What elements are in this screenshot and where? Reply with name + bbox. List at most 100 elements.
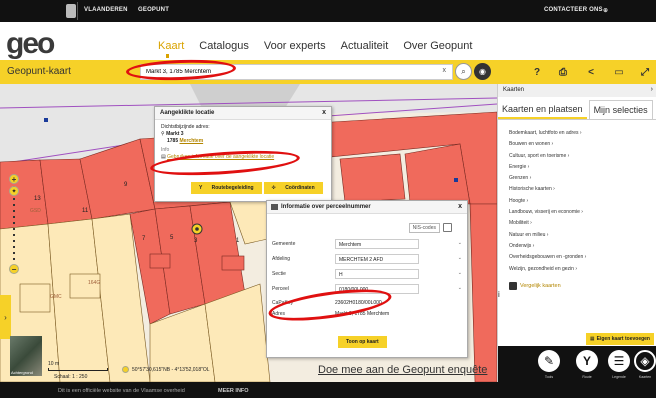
category-item[interactable]: Onderwijs › (509, 243, 656, 254)
geopunt-link[interactable]: GEOPUNT (138, 7, 169, 13)
legend-icon[interactable]: ☰ (608, 350, 630, 372)
coordinates-button[interactable]: ✜ Coördinaten (263, 182, 323, 194)
parcel-info-popup: Informatie over perceelnummer x NIS-code… (266, 200, 468, 358)
address-street: Markt 3 (166, 131, 184, 137)
building-tag: 164G (88, 280, 100, 286)
chevron-down-icon[interactable]: ⌄ (458, 240, 462, 246)
category-item[interactable]: Grenzen › (509, 175, 656, 186)
nis-codes-checkbox[interactable] (443, 223, 452, 232)
contact-link[interactable]: CONTACTEER ONS (544, 7, 603, 13)
category-item[interactable]: Natuur en milieu › (509, 232, 656, 243)
main-nav: Kaart Catalogus Voor experts Actualiteit… (158, 40, 472, 52)
crosshair-icon: ✜ (267, 182, 282, 194)
crosshair-icon[interactable] (122, 366, 129, 373)
category-item[interactable]: Mobiliteit › (509, 220, 656, 231)
info-icon[interactable]: i (498, 290, 500, 299)
category-item[interactable]: Landbouw, visserij en economie › (509, 209, 656, 220)
background-map-thumbnail[interactable]: Achtergrond (10, 336, 42, 376)
active-nav-marker (166, 54, 169, 58)
sectie-select[interactable]: H (335, 269, 419, 279)
coordinates-text: 50°57'30,615"NB - 4°13'52,018"OL (132, 366, 210, 373)
nav-actualiteit[interactable]: Actualiteit (341, 40, 389, 52)
add-own-map-button[interactable]: ▦ Eigen kaart toevoegen (585, 333, 654, 345)
category-item[interactable]: Hoogte › (509, 198, 656, 209)
nav-kaart[interactable]: Kaart (158, 40, 184, 52)
draw-icon[interactable]: ✎ (538, 350, 560, 372)
help-icon[interactable]: ? (530, 65, 544, 79)
more-info-link[interactable]: MEER INFO (218, 388, 249, 394)
address-city-link[interactable]: Merchtem (180, 138, 204, 144)
top-bar: VLAANDEREN GEOPUNT CONTACTEER ONS ⊕ (0, 0, 656, 22)
search-icon[interactable]: ⌕ (455, 63, 472, 80)
chevron-down-icon[interactable]: ⌄ (458, 270, 462, 276)
fullscreen-icon[interactable]: ⤢ (638, 65, 652, 79)
nav-over-geopunt[interactable]: Over Geopunt (403, 40, 472, 52)
maps-panel: Kaarten › Kaarten en plaatsen Mijn selec… (497, 84, 656, 382)
building-tag: GMC (50, 294, 62, 300)
route-button[interactable]: Y Routebegeleiding (191, 182, 262, 194)
gemeente-select[interactable]: Merchtem (335, 239, 419, 249)
geo-logo[interactable]: geo (6, 29, 55, 59)
route-icon[interactable]: Y (576, 350, 598, 372)
nearest-address-label: Dichtstbijzijnde adres: (161, 124, 210, 130)
background-label: Achtergrond (11, 370, 33, 375)
toolbar-label: Tools (544, 375, 554, 379)
nis-codes-label: NIS-codes (408, 223, 440, 233)
flemish-lion-icon (66, 4, 76, 18)
tab-kaarten-en-plaatsen[interactable]: Kaarten en plaatsen (498, 100, 587, 119)
show-on-map-button[interactable]: Toon op kaart (338, 336, 387, 348)
collapse-panel-icon[interactable]: › (651, 86, 653, 93)
category-item[interactable]: Energie › (509, 164, 656, 175)
chevron-down-icon[interactable]: ⌄ (458, 285, 462, 291)
locate-icon[interactable]: ◉ (474, 63, 491, 80)
chevron-down-icon[interactable]: ⌄ (458, 255, 462, 261)
address-postcode: 1785 (167, 138, 179, 144)
category-item[interactable]: Cultuur, sport en toerisme › (509, 153, 656, 164)
print-icon[interactable]: ⎙ (556, 65, 570, 79)
zoom-slider[interactable] (13, 186, 15, 262)
bookmark-icon[interactable]: ▭ (612, 65, 626, 79)
nav-voor-experts[interactable]: Voor experts (264, 40, 326, 52)
parcel-number: 11 (82, 208, 89, 214)
category-item[interactable]: Historische kaarten › (509, 186, 656, 197)
route-icon: Y (195, 182, 208, 194)
enquete-link[interactable]: Doe mee aan de Geopunt enquête (318, 364, 487, 376)
site-footer: Dit is een officiële website van de Vlaa… (0, 382, 656, 398)
toolbar-label: Kaarten (638, 375, 652, 379)
panel-tabs: Kaarten en plaatsen Mijn selecties (498, 100, 656, 120)
coordinates-readout: 50°57'30,615"NB - 4°13'52,018"OL (122, 366, 210, 373)
scale-bar: 10 m (48, 361, 108, 371)
layers-icon[interactable]: ◈ (634, 350, 656, 372)
chevron-down-icon[interactable]: ⊕ (603, 7, 608, 14)
category-item[interactable]: Bodemkaart, luchtfoto en adres › (509, 130, 656, 141)
close-icon[interactable]: x (458, 203, 462, 210)
compass-icon[interactable]: ✦ (9, 186, 19, 196)
category-item[interactable]: Overheidsgebouwen en -gronden › (509, 254, 656, 265)
zoom-in-button[interactable]: + (9, 174, 19, 184)
share-icon[interactable]: < (584, 65, 598, 79)
site-header: geo Kaart Catalogus Voor experts Actuali… (0, 22, 656, 60)
clear-icon[interactable]: x (443, 67, 447, 74)
category-item[interactable]: Welzijn, gezondheid en gezin › (509, 266, 656, 277)
parcel-number: 13 (34, 196, 41, 202)
vlaanderen-link[interactable]: VLAANDEREN (84, 7, 128, 13)
table-icon (271, 204, 278, 210)
close-icon[interactable]: x (322, 109, 326, 116)
popup-title: Aangeklikte locatie (160, 110, 215, 116)
divider (77, 2, 78, 20)
add-map-icon: ▦ (589, 336, 595, 342)
app-title: Geopunt-kaart (7, 66, 71, 77)
footer-text: Dit is een officiële website van de Vlaa… (58, 388, 185, 394)
search-bar: Geopunt-kaart x ⌕ ◉ ? ⎙ < ▭ ⤢ (0, 60, 656, 84)
compare-maps-link[interactable]: Vergelijk kaarten (509, 281, 656, 290)
nav-catalogus[interactable]: Catalogus (199, 40, 249, 52)
expand-side-panel-button[interactable]: › (0, 295, 11, 339)
tab-mijn-selecties[interactable]: Mijn selecties (588, 100, 653, 119)
toolbar-label: Legende (612, 375, 626, 379)
category-item[interactable]: Bouwen en wonen › (509, 141, 656, 152)
zoom-out-button[interactable]: − (9, 264, 19, 274)
toolbar-label: Route (582, 375, 592, 379)
afdeling-select[interactable]: MERCHTEM 2 AFD (335, 254, 419, 264)
compare-icon (509, 281, 517, 290)
category-list: Bodemkaart, luchtfoto en adres › Bouwen … (498, 120, 656, 290)
